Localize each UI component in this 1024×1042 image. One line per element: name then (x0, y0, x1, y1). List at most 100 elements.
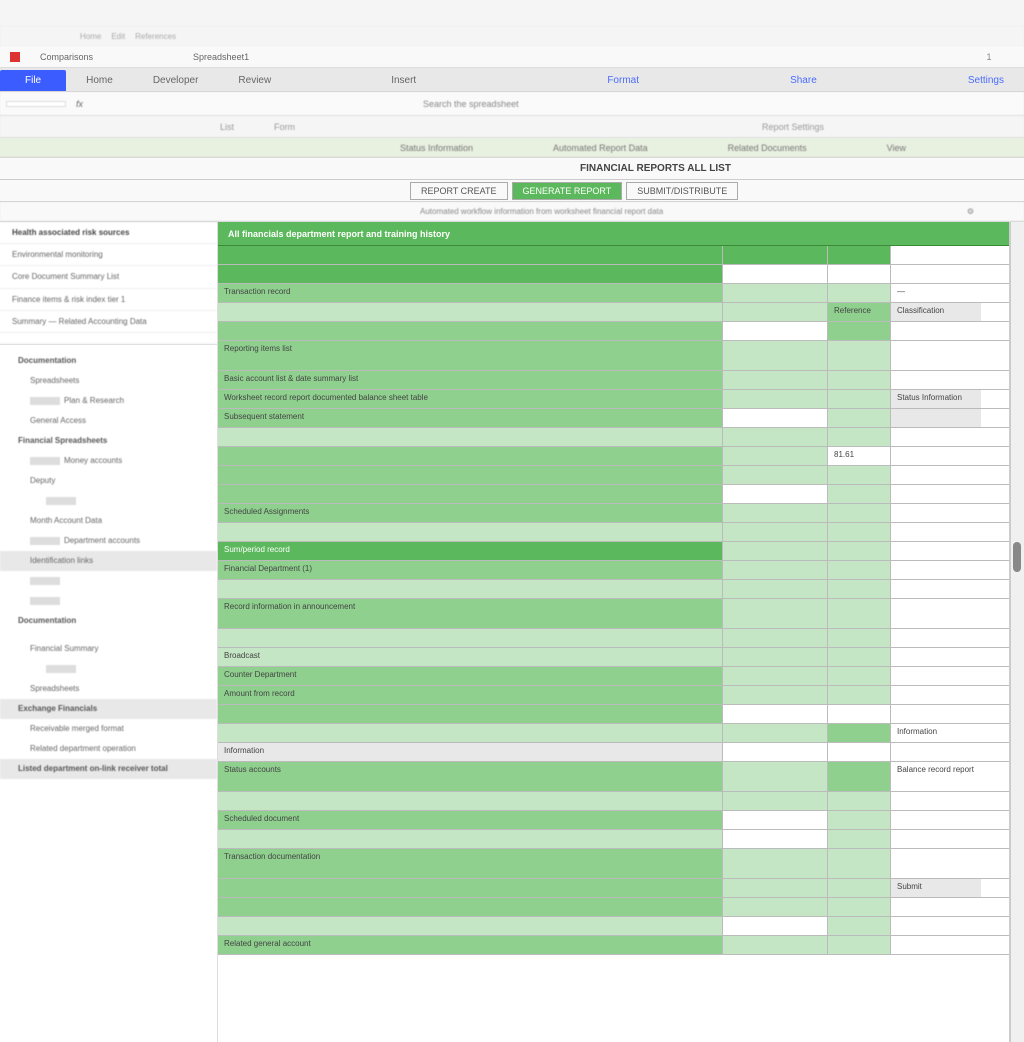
table-cell[interactable] (891, 409, 981, 427)
table-row[interactable] (218, 265, 1009, 284)
sidebar-tree-item[interactable] (0, 491, 217, 511)
table-row[interactable]: Sum/period record (218, 542, 1009, 561)
table-row[interactable]: Reporting items list (218, 341, 1009, 371)
table-cell[interactable] (723, 371, 828, 389)
table-cell[interactable] (723, 936, 828, 954)
table-row[interactable]: ReferenceClassification (218, 303, 1009, 322)
sidebar-header-item[interactable]: Core Document Summary List (0, 266, 217, 288)
table-cell[interactable] (723, 849, 828, 878)
table-cell[interactable] (218, 246, 723, 264)
table-cell[interactable] (723, 667, 828, 685)
table-row[interactable] (218, 322, 1009, 341)
table-row[interactable]: Status accountsBalance record report (218, 762, 1009, 792)
table-cell[interactable] (723, 246, 828, 264)
table-cell[interactable]: Broadcast (218, 648, 723, 666)
table-cell[interactable] (891, 485, 981, 503)
table-cell[interactable] (891, 580, 981, 598)
table-cell[interactable] (218, 705, 723, 723)
sidebar-tree-item[interactable]: Listed department on-link receiver total (0, 759, 217, 779)
window-close-icon[interactable] (1011, 8, 1014, 18)
table-row[interactable]: Worksheet record report documented balan… (218, 390, 1009, 409)
table-cell[interactable] (828, 936, 891, 954)
table-cell[interactable] (723, 322, 828, 340)
sub-tab[interactable]: List (220, 122, 234, 132)
sidebar-tree-item[interactable] (0, 659, 217, 679)
sidebar-tree-item[interactable] (0, 631, 217, 639)
table-cell[interactable] (723, 743, 828, 761)
table-cell[interactable] (218, 792, 723, 810)
table-cell[interactable] (828, 849, 891, 878)
table-cell[interactable]: Scheduled document (218, 811, 723, 829)
chip-report-create[interactable]: REPORT CREATE (410, 182, 508, 200)
table-cell[interactable] (218, 485, 723, 503)
table-row[interactable]: Counter Department (218, 667, 1009, 686)
table-cell[interactable] (891, 561, 981, 579)
sidebar-tree-item[interactable] (0, 591, 217, 611)
table-cell[interactable] (828, 830, 891, 848)
table-cell[interactable]: Worksheet record report documented balan… (218, 390, 723, 408)
table-cell[interactable]: Sum/period record (218, 542, 723, 560)
table-cell[interactable] (723, 879, 828, 897)
table-cell[interactable]: — (891, 284, 981, 302)
table-cell[interactable] (828, 246, 891, 264)
sidebar-tree-item[interactable]: Documentation (0, 611, 217, 631)
table-cell[interactable] (891, 830, 981, 848)
ribbon-tab-review[interactable]: Review (218, 70, 291, 91)
table-cell[interactable] (723, 580, 828, 598)
scrollbar-thumb[interactable] (1013, 542, 1021, 572)
table-cell[interactable] (891, 898, 981, 916)
table-cell[interactable]: Reference (828, 303, 891, 321)
sidebar-tree-item[interactable]: General Access (0, 411, 217, 431)
table-cell[interactable] (218, 265, 723, 283)
table-cell[interactable]: Counter Department (218, 667, 723, 685)
table-cell[interactable] (828, 371, 891, 389)
table-row[interactable] (218, 705, 1009, 724)
table-cell[interactable] (828, 705, 891, 723)
table-cell[interactable]: Status accounts (218, 762, 723, 791)
table-row[interactable]: Scheduled document (218, 811, 1009, 830)
sheet-name[interactable]: Spreadsheet1 (193, 52, 249, 62)
table-cell[interactable]: Financial Department (1) (218, 561, 723, 579)
table-cell[interactable] (218, 428, 723, 446)
table-cell[interactable] (891, 371, 981, 389)
table-row[interactable] (218, 428, 1009, 447)
gear-icon[interactable]: ⚙ (967, 207, 974, 216)
document-name[interactable]: Comparisons (40, 52, 93, 62)
table-cell[interactable] (723, 792, 828, 810)
sidebar-header-item[interactable]: Health associated risk sources (0, 222, 217, 244)
table-cell[interactable] (218, 523, 723, 541)
table-cell[interactable] (828, 667, 891, 685)
table-cell[interactable] (723, 485, 828, 503)
table-cell[interactable] (828, 648, 891, 666)
table-cell[interactable] (723, 811, 828, 829)
table-cell[interactable] (891, 648, 981, 666)
toolbar-action[interactable] (1011, 52, 1014, 62)
ribbon-tab[interactable] (331, 81, 371, 91)
table-cell[interactable] (828, 599, 891, 628)
table-row[interactable]: Financial Department (1) (218, 561, 1009, 580)
table-cell[interactable] (891, 792, 981, 810)
table-cell[interactable] (828, 879, 891, 897)
table-row[interactable] (218, 246, 1009, 265)
table-cell[interactable] (828, 428, 891, 446)
table-row[interactable] (218, 580, 1009, 599)
table-cell[interactable] (723, 409, 828, 427)
table-cell[interactable]: Subsequent statement (218, 409, 723, 427)
vertical-scrollbar[interactable] (1010, 222, 1024, 1042)
table-cell[interactable] (891, 917, 981, 935)
table-row[interactable]: Transaction documentation (218, 849, 1009, 879)
table-row[interactable]: Subsequent statement (218, 409, 1009, 428)
toolbar-action[interactable] (964, 52, 967, 62)
table-cell[interactable]: Classification (891, 303, 981, 321)
table-cell[interactable]: Amount from record (218, 686, 723, 704)
table-cell[interactable] (828, 762, 891, 791)
ribbon-extra-settings[interactable]: Settings (948, 70, 1024, 91)
table-cell[interactable] (891, 428, 981, 446)
data-grid[interactable]: All financials department report and tra… (218, 222, 1010, 1042)
ribbon-tab[interactable] (436, 81, 476, 91)
table-cell[interactable] (723, 599, 828, 628)
table-cell[interactable] (891, 265, 981, 283)
table-row[interactable] (218, 792, 1009, 811)
table-cell[interactable]: Information (891, 724, 981, 742)
ribbon-tab-developer[interactable]: Developer (133, 70, 219, 91)
